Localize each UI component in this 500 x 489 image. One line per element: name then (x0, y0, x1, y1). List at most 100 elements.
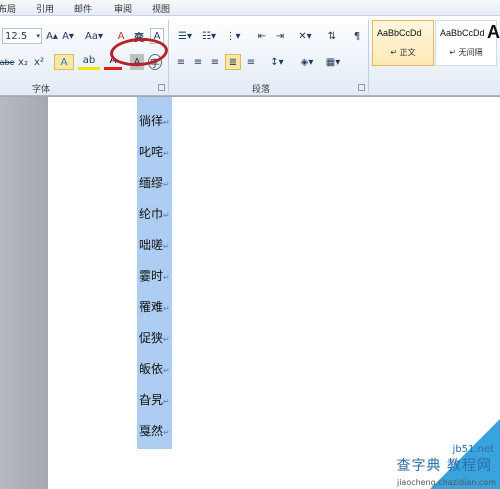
superscript-button[interactable]: x² (32, 54, 46, 70)
style-sample: AaBbCcDd (377, 28, 422, 38)
menu-references[interactable]: 引用 (36, 2, 54, 15)
shading-button[interactable]: ◈▾ (296, 54, 318, 70)
justify-button[interactable]: ≣ (225, 54, 241, 70)
group-divider (168, 20, 169, 92)
paragraph-mark-icon: ¶ (353, 30, 361, 42)
menu-mailings[interactable]: 邮件 (74, 2, 92, 15)
font-dialog-launcher[interactable] (158, 84, 165, 91)
align-center-button[interactable]: ≡ (191, 54, 205, 70)
paragraph-mark-icon: ↵ (163, 428, 170, 437)
font-size-input[interactable]: 12.5 ▾ (2, 28, 42, 44)
paragraph-mark-icon: ↵ (163, 180, 170, 189)
line-text: 霎时 (139, 269, 164, 283)
strikethrough-button[interactable]: abe (0, 54, 14, 70)
document-line[interactable]: 纶巾↵ (139, 205, 170, 222)
paint-bucket-icon: ◈▾ (300, 56, 314, 68)
highlight-button[interactable]: ab (78, 54, 100, 70)
paragraph-mark-icon: ↵ (163, 211, 170, 220)
style-name: ↵ 无间隔 (449, 48, 483, 57)
document-line[interactable]: 咄嗟↵ (139, 236, 170, 253)
decrease-indent-button[interactable]: ⇤ (254, 28, 270, 44)
style-name: ↵ 正文 (390, 48, 416, 57)
document-line[interactable]: 戛然↵ (139, 422, 170, 439)
increase-indent-icon: ⇥ (275, 30, 285, 42)
line-text: 徜徉 (139, 114, 164, 128)
bullets-button[interactable]: ☰▾ (174, 28, 196, 44)
chinese-layout-button[interactable]: ✕▾ (294, 28, 316, 44)
chevron-down-icon: ▾ (36, 32, 40, 40)
style-sample: A (487, 22, 500, 42)
font-size-value: 12.5 (5, 30, 28, 42)
bullet-list-icon: ☰▾ (178, 30, 192, 42)
document-line[interactable]: 皈依↵ (139, 360, 170, 377)
watermark-site: jb51.net (452, 444, 494, 455)
paragraph-mark-icon: ↵ (163, 149, 170, 158)
line-spacing-icon: ↕▾ (270, 56, 284, 68)
watermark-title: 查字典 教程网 (396, 458, 492, 474)
watermark: jb51.net 查字典 教程网 jiaocheng.chazidian.com (350, 414, 500, 489)
justify-icon: ≣ (228, 56, 238, 68)
chinese-layout-icon: ✕▾ (298, 30, 312, 42)
line-text: 纶巾 (139, 207, 164, 221)
document-page[interactable]: 徜徉↵ 叱咤↵ 缅缪↵ 纶巾↵ 咄嗟↵ 霎时↵ 罹难↵ 促狭↵ 皈依↵ 旮旯↵ 戛然↵ jb51.n… (48, 97, 500, 489)
align-center-icon: ≡ (193, 56, 203, 68)
paragraph-mark-icon: ↵ (163, 242, 170, 251)
paragraph-mark-icon: ↵ (163, 397, 170, 406)
line-text: 罹难 (139, 300, 164, 314)
align-right-icon: ≡ (210, 56, 220, 68)
border-icon: ▦▾ (325, 56, 341, 68)
numbered-list-icon: ☷▾ (202, 30, 216, 42)
style-sample: AaBbCcDd (440, 28, 485, 38)
document-line[interactable]: 罹难↵ (139, 298, 170, 315)
menu-review[interactable]: 审阅 (114, 2, 132, 15)
sort-button[interactable]: ⇅ (324, 28, 340, 44)
increase-indent-button[interactable]: ⇥ (272, 28, 288, 44)
shrink-font-button[interactable]: A▾ (61, 28, 75, 44)
decrease-indent-icon: ⇤ (257, 30, 267, 42)
menu-view[interactable]: 视图 (152, 2, 170, 15)
paragraph-mark-icon: ↵ (163, 335, 170, 344)
distributed-icon: ≡ (246, 56, 256, 68)
align-right-button[interactable]: ≡ (208, 54, 222, 70)
document-line[interactable]: 促狭↵ (139, 329, 170, 346)
align-left-button[interactable]: ≡ (174, 54, 188, 70)
menu-layout[interactable]: 布局 (0, 2, 16, 15)
show-marks-button[interactable]: ¶ (350, 28, 364, 44)
document-line[interactable]: 徜徉↵ (139, 112, 170, 129)
line-text: 促狭 (139, 331, 164, 345)
line-text: 皈依 (139, 362, 164, 376)
group-divider (368, 20, 369, 92)
paragraph-mark-icon: ↵ (163, 118, 170, 127)
line-text: 咄嗟 (139, 238, 164, 252)
document-line[interactable]: 叱咤↵ (139, 143, 170, 160)
change-case-button[interactable]: Aa▾ (84, 28, 104, 44)
document-line[interactable]: 旮旯↵ (139, 391, 170, 408)
distributed-button[interactable]: ≡ (244, 54, 258, 70)
borders-button[interactable]: ▦▾ (322, 54, 344, 70)
subscript-button[interactable]: x₂ (16, 54, 30, 70)
multilevel-list-button[interactable]: ⋮▾ (222, 28, 244, 44)
menu-bar: 布局 引用 邮件 审阅 视图 (0, 0, 500, 16)
watermark-url: jiaocheng.chazidian.com (396, 478, 496, 487)
left-gutter (0, 97, 48, 489)
paragraph-group-label: 段落 (252, 85, 271, 95)
align-left-icon: ≡ (176, 56, 186, 68)
document-line[interactable]: 缅缪↵ (139, 174, 170, 191)
ribbon: 12.5 ▾ A▴ A▾ Aa▾ A 变 A abe x₂ x² A ab A … (0, 16, 500, 96)
line-text: 叱咤 (139, 145, 164, 159)
line-text: 戛然 (139, 424, 164, 438)
paragraph-mark-icon: ↵ (163, 304, 170, 313)
line-text: 缅缪 (139, 176, 164, 190)
paragraph-dialog-launcher[interactable] (358, 84, 365, 91)
document-line[interactable]: 霎时↵ (139, 267, 170, 284)
text-effect-button[interactable]: A (54, 54, 74, 70)
line-spacing-button[interactable]: ↕▾ (266, 54, 288, 70)
paragraph-mark-icon: ↵ (163, 273, 170, 282)
grow-font-button[interactable]: A▴ (45, 28, 59, 44)
paragraph-mark-icon: ↵ (163, 366, 170, 375)
style-normal[interactable]: AaBbCcDd ↵ 正文 (372, 20, 434, 66)
numbering-button[interactable]: ☷▾ (198, 28, 220, 44)
sort-icon: ⇅ (327, 30, 337, 42)
multilevel-list-icon: ⋮▾ (225, 30, 241, 42)
line-text: 旮旯 (139, 393, 164, 407)
